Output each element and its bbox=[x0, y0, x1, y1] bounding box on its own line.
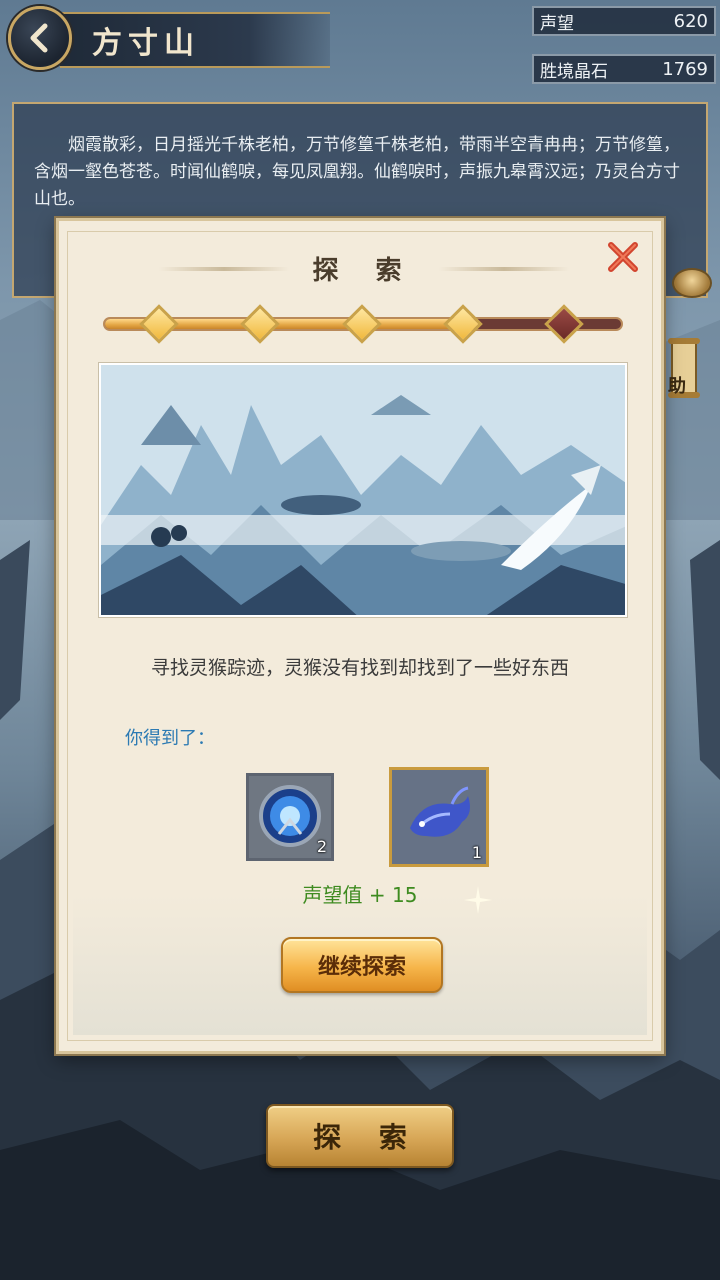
chevron-left-icon bbox=[30, 23, 48, 53]
crystal-value: 1769 bbox=[662, 58, 708, 80]
event-description: 寻找灵猴踪迹，灵猴没有找到却找到了一些好东西 bbox=[150, 657, 569, 679]
help-label[interactable]: 助 bbox=[668, 372, 686, 398]
crystal-label: 胜境晶石 bbox=[540, 61, 608, 82]
reputation-label: 声望 bbox=[540, 13, 574, 34]
reward-count: 1 bbox=[471, 843, 482, 862]
explore-button-label: 探 索 bbox=[313, 1121, 421, 1154]
explore-result-dialog: 探 索 寻找灵猴踪迹，灵猴没有找到却找到了一些好东西 你得到了： 2 1 声望值… bbox=[56, 218, 664, 1054]
reputation-gain: 声望值 + 15 bbox=[302, 883, 418, 907]
reward-item-orb[interactable]: 2 bbox=[246, 773, 334, 861]
back-button[interactable] bbox=[8, 6, 72, 70]
scene-illustration bbox=[101, 365, 625, 615]
close-icon bbox=[608, 242, 638, 272]
event-scene-image bbox=[99, 363, 627, 617]
explore-button[interactable]: 探 索 bbox=[266, 1104, 454, 1168]
title-ornament-left bbox=[159, 267, 289, 271]
reward-count: 2 bbox=[316, 837, 327, 856]
location-banner: 方寸山 bbox=[60, 12, 330, 68]
dialog-title: 探 索 bbox=[312, 255, 416, 286]
sparkle-icon bbox=[464, 886, 492, 914]
reward-label: 你得到了： bbox=[125, 728, 215, 749]
crystal-counter: 胜境晶石 1769 bbox=[532, 54, 716, 84]
location-title: 方寸山 bbox=[92, 26, 200, 61]
side-menu-orb[interactable] bbox=[672, 268, 712, 298]
dialog-title-bar: 探 索 bbox=[159, 249, 569, 287]
reputation-counter: 声望 620 bbox=[532, 6, 716, 36]
title-ornament-right bbox=[439, 267, 569, 271]
reputation-value: 620 bbox=[673, 10, 708, 32]
close-button[interactable] bbox=[603, 237, 643, 277]
reward-item-fish[interactable]: 1 bbox=[389, 767, 489, 867]
continue-explore-button[interactable]: 继续探索 bbox=[281, 937, 443, 993]
